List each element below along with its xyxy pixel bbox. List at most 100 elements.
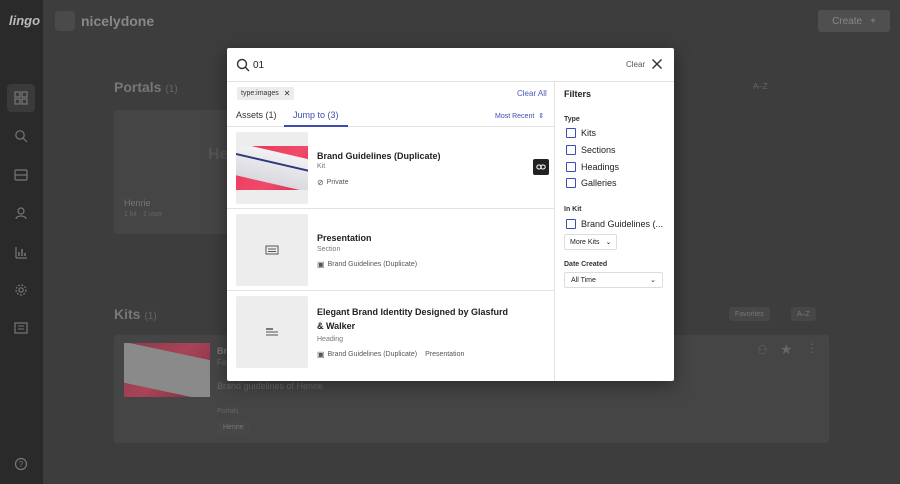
result-type: Heading [317,336,344,343]
help-icon[interactable]: ? [11,454,31,474]
result-meta: ▣ Brand Guidelines (Duplicate) Presentat… [317,350,464,359]
kit-thumbnail [124,343,210,397]
result-title: Brand Guidelines (Duplicate) [317,151,441,161]
kits-sort[interactable]: A–Z [791,307,816,321]
kits-section-title: Kits (1) [114,306,157,322]
kit-portals-label: Portals [217,408,239,415]
results-pane: type:images ✕ Clear All Assets (1) Jump … [227,82,555,381]
kit-portal-tag[interactable]: Henrie [217,420,250,434]
share-icon[interactable]: ⚇ [757,343,768,357]
date-created-select[interactable]: All Time ⌄ [564,272,663,288]
lock-icon: ⊘ [317,178,324,187]
remove-chip-icon[interactable]: ✕ [284,89,291,98]
date-created-value: All Time [571,276,596,284]
result-meta-text: Private [326,179,349,186]
filter-headings-checkbox[interactable]: Headings [566,162,619,172]
portals-sort[interactable]: A–Z [753,82,768,91]
chevron-down-icon: ⌄ [605,239,612,246]
more-icon[interactable]: ⋮ [806,341,818,355]
analytics-icon[interactable] [11,242,31,262]
tab-assets[interactable]: Assets (1) [236,110,277,127]
favorites-filter[interactable]: Favorites [729,307,770,321]
result-title: Elegant Brand Identity Designed by Glasf… [317,307,509,331]
portals-count: (1) [165,84,178,95]
result-meta: ▣ Brand Guidelines (Duplicate) [317,260,417,269]
kit-sub: Fa [217,358,227,367]
portal-meta: 1 kit · 1 user [124,211,163,218]
users-icon[interactable] [11,203,31,223]
star-icon[interactable]: ★ [780,341,793,358]
kit-name: Br [217,346,228,356]
kit-icon: ▣ [317,260,325,269]
filters-pane: Filters Type Kits Sections Headings Gall… [555,82,674,381]
create-button-label: Create [832,15,863,27]
sort-label: Most Recent [495,112,535,120]
org-name[interactable]: nicelydone [81,13,154,29]
portals-section-title: Portals (1) [114,79,178,95]
section-icon [265,245,279,255]
sort-dropdown[interactable]: Most Recent ⇕ [495,112,545,121]
dashboard-icon[interactable] [7,84,35,112]
search-nav-icon[interactable] [11,126,31,146]
close-icon[interactable] [651,58,663,70]
portal-preview: He [208,146,229,163]
result-title: Presentation [317,233,372,243]
kit-icon: ▣ [317,350,325,359]
result-item[interactable]: Brand Guidelines (Duplicate) Kit ⊘ Priva… [227,127,554,209]
sidebar: lingo ? [0,0,43,484]
chevron-down-icon: ⌄ [650,277,656,284]
result-tabs: Assets (1) Jump to (3) Most Recent ⇕ [227,104,554,127]
portals-title: Portals [114,79,162,95]
create-button[interactable]: Create + [818,10,890,32]
sort-arrows-icon: ⇕ [538,113,545,120]
settings-icon[interactable] [11,280,31,300]
search-input[interactable] [253,58,553,72]
result-meta-text: Brand Guidelines (Duplicate) [327,351,418,358]
more-kits-dropdown[interactable]: More Kits ⌄ [564,234,618,250]
kit-cover-image [236,146,308,190]
filter-sections-checkbox[interactable]: Sections [566,145,616,155]
search-icon [236,58,250,72]
filter-sections-label: Sections [581,145,616,155]
result-item[interactable]: Elegant Brand Identity Designed by Glasf… [227,291,554,381]
svg-text:?: ? [19,460,24,469]
link-icon [536,164,546,170]
result-meta-section: Presentation [425,351,465,358]
result-thumbnail [236,132,308,204]
clear-all-button[interactable]: Clear All [517,89,547,98]
filters-heading: Filters [564,89,592,99]
org-avatar[interactable] [55,11,75,31]
heading-icon [266,328,278,336]
filter-chip-label: type:images [241,90,279,97]
filter-kits-label: Kits [581,128,597,138]
library-icon[interactable] [11,318,31,338]
portal-name: Henrie [124,198,151,208]
inbox-icon[interactable] [11,165,31,185]
result-thumbnail [236,296,308,368]
portal-card[interactable]: He Henrie 1 kit · 1 user [114,110,234,234]
tab-jump-label: Jump to [293,110,326,120]
filter-kit-label: Brand Guidelines (... [581,219,664,229]
result-meta: ⊘ Private [317,178,349,187]
search-modal: Clear type:images ✕ Clear All Assets (1)… [227,48,674,381]
filter-galleries-checkbox[interactable]: Galleries [566,178,617,188]
filter-chip[interactable]: type:images ✕ [237,87,295,100]
search-bar: Clear [227,48,674,82]
result-item[interactable]: Presentation Section ▣ Brand Guidelines … [227,209,554,291]
tab-jump-count: (3) [327,110,339,120]
in-kit-label: In Kit [564,206,582,213]
filter-kit-checkbox[interactable]: Brand Guidelines (... [566,219,663,229]
kit-description: Brand guidelines of Henrie [217,381,324,391]
result-meta-text: Brand Guidelines (Duplicate) [327,261,418,268]
tab-jump-to[interactable]: Jump to (3) [284,110,348,127]
result-type: Kit [317,163,326,170]
copy-link-button[interactable] [533,159,549,175]
more-kits-label: More Kits [570,238,600,246]
tab-assets-count: (1) [265,110,277,120]
tab-assets-label: Assets [236,110,264,120]
result-type: Section [317,246,341,253]
type-filter-label: Type [564,116,580,123]
filter-galleries-label: Galleries [581,178,617,188]
filter-kits-checkbox[interactable]: Kits [566,128,596,138]
clear-search-button[interactable]: Clear [626,60,645,69]
